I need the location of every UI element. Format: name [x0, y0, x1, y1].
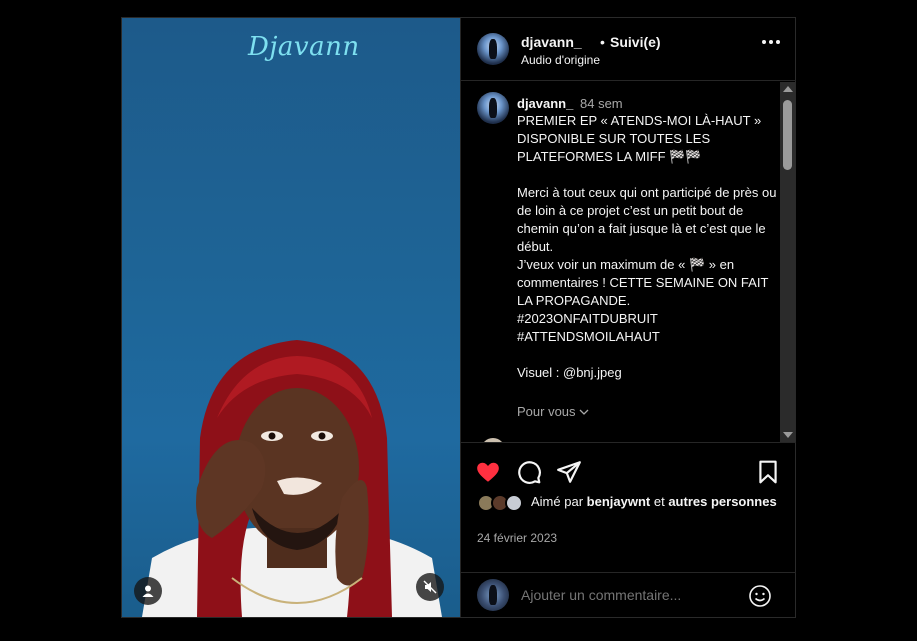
comments-section[interactable]: djavann_ 84 sem PREMIER EP « ATENDS-MOI … — [461, 82, 796, 442]
dot-icon — [762, 40, 766, 44]
chevron-down-icon — [579, 409, 589, 415]
caption-username[interactable]: djavann_ — [517, 96, 573, 111]
dot-icon — [776, 40, 780, 44]
liker-avatars — [477, 492, 531, 514]
post-media[interactable]: Djavann — [122, 18, 460, 617]
comments-scrollbar[interactable] — [780, 82, 795, 442]
current-user-avatar — [477, 579, 509, 611]
liked-by-text: Aimé par benjaywnt et autres personnes — [531, 493, 781, 511]
emoji-smiley-icon[interactable] — [748, 584, 772, 608]
comment-input[interactable] — [521, 587, 721, 603]
author-avatar[interactable] — [477, 33, 509, 65]
translation-label: Pour vous — [517, 404, 576, 419]
translation-toggle[interactable]: Pour vous — [517, 404, 589, 419]
post-header: djavann_ • Suivi(e) Audio d'origine — [461, 18, 796, 81]
caption-author-avatar[interactable] — [477, 92, 509, 124]
mute-button[interactable] — [416, 573, 444, 601]
share-paper-plane-icon[interactable] — [556, 459, 582, 485]
liked-by-joiner: et — [653, 494, 665, 509]
post-details-panel: djavann_ • Suivi(e) Audio d'origine djav… — [460, 18, 796, 617]
person-icon — [142, 585, 154, 597]
comment-icon[interactable] — [516, 459, 542, 485]
tagged-users-button[interactable] — [134, 577, 162, 605]
post-modal: Djavann djavann_ • Suivi(e) Audio d'orig… — [121, 17, 796, 618]
post-actions: Aimé par benjaywnt et autres personnes 2… — [461, 442, 796, 572]
post-date: 24 février 2023 — [477, 531, 558, 545]
liker-avatar — [505, 494, 523, 512]
others-link[interactable]: autres personnes — [668, 494, 776, 509]
header-separator: • — [600, 34, 605, 50]
speaker-muted-icon — [423, 580, 437, 594]
person-photo — [142, 340, 442, 617]
audio-link[interactable]: Audio d'origine — [521, 53, 600, 67]
caption-timestamp[interactable]: 84 sem — [580, 96, 623, 111]
bookmark-icon[interactable] — [755, 459, 781, 485]
scroll-up-arrow-icon[interactable] — [783, 86, 793, 92]
follow-status-button[interactable]: Suivi(e) — [610, 34, 661, 50]
liker-username[interactable]: benjaywnt — [587, 494, 651, 509]
liked-by-prefix: Aimé par — [531, 494, 584, 509]
add-comment-bar — [461, 572, 796, 617]
more-options-button[interactable] — [762, 40, 780, 44]
post-caption: PREMIER EP « ATENDS-MOI LÀ-HAUT » DISPON… — [517, 113, 777, 380]
dot-icon — [769, 40, 773, 44]
scroll-down-arrow-icon[interactable] — [783, 432, 793, 438]
author-username[interactable]: djavann_ — [521, 34, 582, 50]
like-heart-icon[interactable] — [475, 459, 501, 485]
scroll-thumb[interactable] — [783, 100, 792, 170]
